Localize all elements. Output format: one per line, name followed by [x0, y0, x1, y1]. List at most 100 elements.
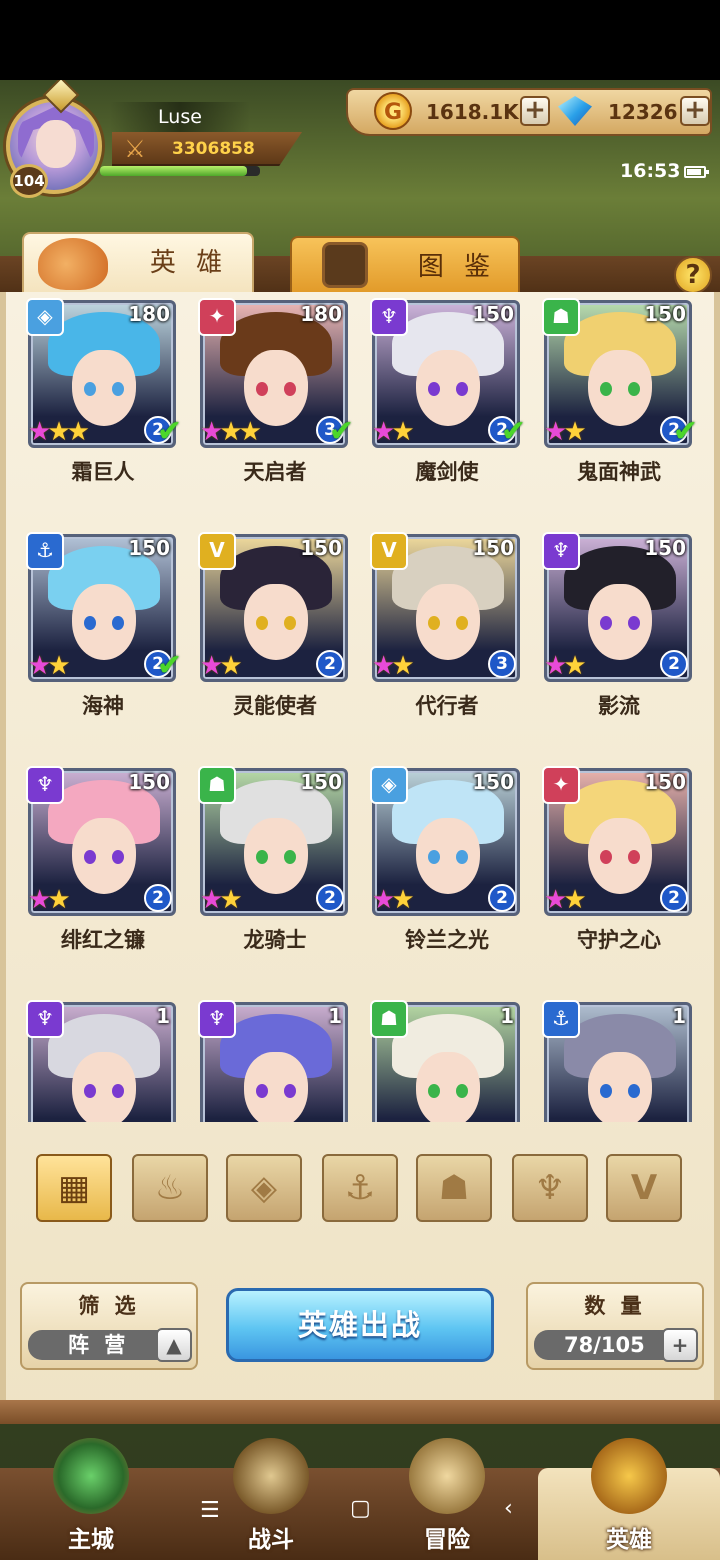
- add-gems-button[interactable]: +: [680, 96, 710, 126]
- hero-card[interactable]: V 150 ★★ 2 灵能使者: [198, 532, 350, 740]
- light-faction-icon[interactable]: V: [606, 1154, 682, 1222]
- hero-name: 魔剑使: [415, 460, 479, 484]
- help-button[interactable]: ?: [674, 256, 712, 294]
- hero-name: 龙骑士: [243, 928, 307, 952]
- home-nav-icon[interactable]: ▢: [350, 1496, 371, 1521]
- player-level-badge: 104: [10, 164, 48, 198]
- flame-faction-icon: ✦: [198, 298, 236, 336]
- power-bar: [100, 166, 260, 176]
- hero-card[interactable]: ☗ 150 ★★ 2 龙骑士: [198, 766, 350, 974]
- hero-card[interactable]: V 150 ★★ 3 代行者: [370, 532, 522, 740]
- hero-level: 150: [472, 770, 514, 794]
- nav-main-city[interactable]: 主城: [6, 1438, 176, 1560]
- beast-faction-icon[interactable]: ☗: [416, 1154, 492, 1222]
- crystal-faction-icon[interactable]: ◈: [226, 1154, 302, 1222]
- star-rating-icon: ★★: [28, 885, 71, 915]
- hero-card[interactable]: ◈ 150 ★★ 2 铃兰之光: [370, 766, 522, 974]
- battery-icon: [684, 166, 709, 178]
- nav-heroes[interactable]: 英雄: [538, 1438, 720, 1560]
- star-rating-icon: ★★: [544, 651, 587, 681]
- hero-card[interactable]: ♆ 150 ★★ 2 绯红之镰: [26, 766, 178, 974]
- deploy-heroes-button[interactable]: 英雄出战: [226, 1288, 494, 1362]
- hero-card[interactable]: ◈ 180 ★★★ 2 ✔ 霜巨人: [26, 298, 182, 506]
- tab-heroes[interactable]: 英 雄: [22, 232, 254, 294]
- hero-level: 1: [328, 1004, 342, 1028]
- filter-title: 筛 选: [78, 1294, 140, 1318]
- light-faction-icon: V: [198, 532, 236, 570]
- back-nav-icon[interactable]: ‹: [504, 1496, 513, 1521]
- hero-grid[interactable]: ◈ 180 ★★★ 2 ✔ 霜巨人 ✦ 180 ★★★ 3 ✔ 天启者 ♆ 150 ★★ 2 ✔ 魔剑使 ☗ 150 ★…: [0, 294, 720, 1122]
- add-gold-button[interactable]: +: [520, 96, 550, 126]
- hero-level: 150: [644, 302, 686, 326]
- hero-card[interactable]: ✦ 180 ★★★ 3 ✔ 天启者: [198, 298, 354, 506]
- deployed-check-icon: ✔: [328, 414, 354, 449]
- tab-atlas[interactable]: 图 鉴: [290, 236, 520, 292]
- hero-rank-badge: 2: [144, 884, 172, 912]
- hero-level: 1: [156, 1004, 170, 1028]
- deployed-check-icon: ✔: [672, 414, 698, 449]
- all-grid-icon[interactable]: ▦: [36, 1154, 112, 1222]
- demon-faction-icon: ♆: [198, 1000, 236, 1038]
- star-rating-icon: ★★★: [28, 417, 90, 447]
- flame-faction-icon[interactable]: ♨: [132, 1154, 208, 1222]
- demon-faction-icon: ♆: [542, 532, 580, 570]
- deployed-check-icon: ✔: [500, 414, 526, 449]
- tab-atlas-label: 图 鉴: [417, 252, 497, 282]
- demon-faction-icon: ♆: [26, 766, 64, 804]
- hero-card[interactable]: ♆ 150 ★★ 2 ✔ 魔剑使: [370, 298, 526, 506]
- clock: 16:53: [620, 160, 681, 182]
- gem-value: 12326: [608, 100, 678, 124]
- hero-name: 天启者: [243, 460, 307, 484]
- hero-level: 150: [300, 770, 342, 794]
- map-scroll-icon: [409, 1438, 485, 1514]
- castle-emblem-icon: [53, 1438, 129, 1514]
- flame-faction-icon: ✦: [542, 766, 580, 804]
- star-rating-icon: ★★: [372, 885, 415, 915]
- hero-card[interactable]: ⚓ 150 ★★ 2 ✔ 海神: [26, 532, 182, 740]
- hero-card[interactable]: ⚓ 1: [542, 1000, 694, 1122]
- star-rating-icon: ★★: [372, 651, 415, 681]
- hero-shield-icon: [591, 1438, 667, 1514]
- star-rating-icon: ★★: [544, 417, 587, 447]
- gold-value: 1618.1K: [426, 100, 519, 124]
- hero-rank-badge: 2: [316, 650, 344, 678]
- hero-level: 180: [128, 302, 170, 326]
- panel-bottom-edge: [0, 1400, 720, 1424]
- beast-faction-icon: ☗: [370, 1000, 408, 1038]
- hero-level: 180: [300, 302, 342, 326]
- hero-card[interactable]: ♆ 1: [26, 1000, 178, 1122]
- game-screen: Luse ⚔ 3306858 104 G 1618.1K + 12326 + 1…: [0, 80, 720, 1560]
- crossed-swords-icon: ⚔: [124, 135, 146, 163]
- hero-card[interactable]: ✦ 150 ★★ 2 守护之心: [542, 766, 694, 974]
- hero-level: 150: [472, 536, 514, 560]
- nav-heroes-label: 英雄: [606, 1527, 652, 1553]
- hero-level: 1: [500, 1004, 514, 1028]
- magnifier-book-icon: [322, 242, 368, 288]
- crystal-faction-icon: ◈: [370, 766, 408, 804]
- hero-rank-badge: 2: [660, 650, 688, 678]
- hero-card[interactable]: ♆ 150 ★★ 2 影流: [542, 532, 694, 740]
- hero-card[interactable]: ♆ 1: [198, 1000, 350, 1122]
- beast-faction-icon: ☗: [542, 298, 580, 336]
- menu-nav-icon[interactable]: ☰: [200, 1498, 220, 1523]
- hero-level: 150: [128, 770, 170, 794]
- anchor-faction-icon[interactable]: ⚓: [322, 1154, 398, 1222]
- faction-filter-bar: ▦ ♨ ◈ ⚓ ☗ ♆ V: [0, 1124, 720, 1222]
- hero-card[interactable]: ☗ 1: [370, 1000, 522, 1122]
- gold-coin-icon: G: [374, 92, 412, 130]
- star-rating-icon: ★★: [200, 651, 243, 681]
- hero-level: 150: [472, 302, 514, 326]
- expand-capacity-button[interactable]: +: [662, 1328, 698, 1362]
- knight-helmet-icon: [38, 238, 108, 290]
- demon-faction-icon: ♆: [26, 1000, 64, 1038]
- filter-box: 筛 选 阵 营 ▲: [20, 1282, 198, 1370]
- hero-level: 150: [644, 770, 686, 794]
- hero-card[interactable]: ☗ 150 ★★ 2 ✔ 鬼面神武: [542, 298, 698, 506]
- hero-level: 150: [300, 536, 342, 560]
- filter-toggle-button[interactable]: ▲: [156, 1328, 192, 1362]
- deployed-check-icon: ✔: [156, 648, 182, 683]
- hero-name: 霜巨人: [71, 460, 135, 484]
- hero-rank-badge: 3: [488, 650, 516, 678]
- hero-name: 守护之心: [577, 928, 661, 952]
- demon-faction-icon[interactable]: ♆: [512, 1154, 588, 1222]
